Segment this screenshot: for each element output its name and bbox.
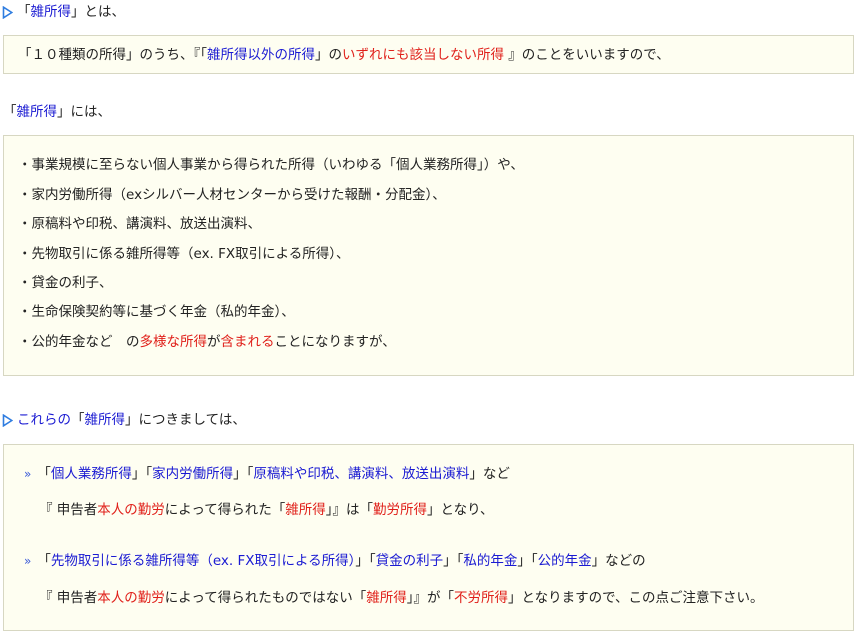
term-zatsu-shotoku: 雑所得 bbox=[30, 4, 72, 20]
list-item: ・貸金の利子、 bbox=[18, 275, 113, 291]
definition-text: 「１０種類の所得」のうち、『「雑所得以外の所得」のいずれにも該当しない所得 』の… bbox=[18, 47, 670, 63]
list-item: ・先物取引に係る雑所得等（ex. FX取引による所得）、 bbox=[18, 246, 350, 262]
heading-zatsu-shotoku-towa: 「雑所得」とは、 bbox=[2, 2, 125, 22]
triangle-bullet-icon bbox=[2, 5, 13, 19]
double-chevron-icon: » bbox=[24, 554, 32, 568]
heading-zatsu-shotoku-niwa: 「雑所得」には、 bbox=[3, 104, 111, 120]
double-chevron-icon: » bbox=[24, 467, 32, 481]
definition-box: 「１０種類の所得」のうち、『「雑所得以外の所得」のいずれにも該当しない所得 』の… bbox=[3, 35, 854, 74]
sentence: 『 申告者本人の勤労によって得られたものではない「雑所得」』が「不労所得」となり… bbox=[39, 590, 764, 606]
classification-box: » 「個人業務所得」「家内労働所得」「原稿料や印税、講演料、放送出演料」など 『 … bbox=[3, 444, 854, 631]
list-item: » 「先物取引に係る雑所得等（ex. FX取引による所得）」「貸金の利子」「私的年… bbox=[24, 553, 646, 569]
list-item: ・生命保険契約等に基づく年金（私的年金）、 bbox=[18, 304, 295, 320]
list-item: ・家内労働所得（exシルバー人材センターから受けた報酬・分配金）、 bbox=[18, 187, 446, 203]
quote-close: 」 bbox=[71, 4, 85, 20]
triangle-bullet-icon bbox=[2, 413, 13, 427]
term-zatsu-shotoku: 雑所得 bbox=[16, 104, 58, 120]
examples-box: ・事業規模に至らない個人事業から得られた所得（いわゆる「個人業務所得」）や、 ・… bbox=[3, 135, 854, 376]
list-item: ・事業規模に至らない個人事業から得られた所得（いわゆる「個人業務所得」）や、 bbox=[18, 157, 524, 173]
quote-open: 「 bbox=[17, 4, 31, 20]
sentence: 『 申告者本人の勤労によって得られた「雑所得」』は「勤労所得」となり、 bbox=[39, 502, 494, 518]
heading-korera-no-zatsu-shotoku: これらの「雑所得」につきましては、 bbox=[2, 410, 246, 430]
heading-text: とは、 bbox=[84, 4, 126, 20]
list-item: ・公的年金など の多様な所得が含まれることになりますが、 bbox=[18, 334, 396, 350]
list-item: » 「個人業務所得」「家内労働所得」「原稿料や印税、講演料、放送出演料」など bbox=[24, 466, 510, 482]
list-item: ・原稿料や印税、講演料、放送出演料、 bbox=[18, 216, 261, 232]
term-zatsu-shotoku: 雑所得 bbox=[84, 412, 126, 428]
